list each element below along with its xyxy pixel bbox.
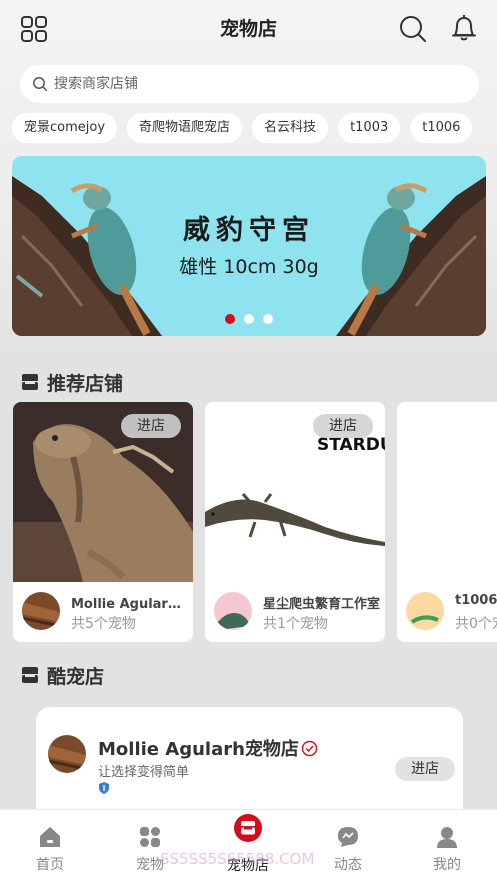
shop-avatar <box>406 592 444 630</box>
tab-shop[interactable]: 宠物店 <box>198 810 298 883</box>
tab-pets[interactable]: 宠物 <box>100 810 200 883</box>
tab-label: 我的 <box>433 857 461 873</box>
chip-shop[interactable]: 奇爬物语爬宠店 <box>127 113 243 143</box>
user-icon <box>437 827 457 848</box>
home-icon <box>40 827 60 847</box>
shield-badge-icon <box>99 782 109 794</box>
section-title-text: 酷宠店 <box>47 665 105 688</box>
shop-pet-count: 共1个宠物 <box>263 616 328 632</box>
shop-name: Mollie Agularh宠物店 <box>98 739 299 760</box>
recommended-shops-list: 进店 Mollie Agularh宠物店 共5个宠物 STARDU 进店 <box>13 402 497 642</box>
cool-section-title: 酷宠店 <box>20 662 104 688</box>
tab-label: 首页 <box>36 857 64 873</box>
tab-profile[interactable]: 我的 <box>397 810 497 883</box>
enter-shop-button[interactable]: 进店 <box>313 414 373 438</box>
verified-icon <box>301 740 318 756</box>
shop-card[interactable]: t1006 共0个宠物 <box>397 402 497 642</box>
bottom-tab-bar: 首页 宠物 宠物店 动态 我的 <box>0 809 497 883</box>
shop-avatar <box>214 592 252 630</box>
tab-label: 宠物 <box>136 857 164 873</box>
store-icon <box>22 374 38 390</box>
pets-grid-icon <box>140 827 160 847</box>
shop-avatar <box>22 592 60 630</box>
shop-icon <box>234 814 262 842</box>
shop-avatar <box>48 735 86 773</box>
tab-label: 宠物店 <box>227 858 269 874</box>
banner-title: 威豹守宫 <box>183 215 315 246</box>
image-logo-text: STARDU <box>317 435 385 455</box>
chip-shop[interactable]: t1006 <box>410 113 473 143</box>
shop-name: 星尘爬虫繁育工作室 <box>263 597 381 612</box>
enter-shop-button[interactable]: 进店 <box>121 414 181 438</box>
promo-banner[interactable]: 威豹守宫 雄性 10cm 30g <box>12 156 486 336</box>
chip-shop[interactable]: t1003 <box>338 113 401 143</box>
search-input[interactable] <box>54 76 434 92</box>
shop-name: Mollie Agularh宠物店 <box>71 597 189 612</box>
shop-chips: 宠景comejoy 奇爬物语爬宠店 名云科技 t1003 t1006 <box>12 113 497 143</box>
tab-label: 动态 <box>334 857 362 873</box>
shop-card[interactable]: STARDU 进店 星尘爬虫繁育工作室 共1个宠物 <box>205 402 385 642</box>
shop-card[interactable]: 进店 Mollie Agularh宠物店 共5个宠物 <box>13 402 193 642</box>
enter-shop-button[interactable]: 进店 <box>395 757 455 781</box>
shop-pet-count: 共0个宠物 <box>455 616 497 632</box>
shop-slogan: 让选择变得简单 <box>98 765 190 780</box>
banner-subtitle: 雄性 10cm 30g <box>179 256 319 278</box>
carousel-dot[interactable] <box>263 314 273 324</box>
carousel-dots <box>12 314 486 324</box>
carousel-dot[interactable] <box>244 314 254 324</box>
section-title-text: 推荐店铺 <box>47 372 124 395</box>
chip-shop[interactable]: 宠景comejoy <box>12 113 118 143</box>
search-small-icon <box>33 77 48 92</box>
carousel-dot[interactable] <box>225 314 235 324</box>
chat-bubble-icon <box>338 827 358 847</box>
shop-pet-count: 共5个宠物 <box>71 616 136 632</box>
chip-shop[interactable]: 名云科技 <box>252 113 329 143</box>
shop-image <box>397 402 497 582</box>
tab-home[interactable]: 首页 <box>0 810 100 883</box>
search-icon[interactable] <box>398 14 428 44</box>
cool-shop-name-row: Mollie Agularh宠物店 <box>98 735 318 761</box>
search-bar[interactable] <box>20 65 479 103</box>
recommended-section-title: 推荐店铺 <box>20 369 123 395</box>
header: 宠物店 <box>0 0 497 58</box>
shop-name: t1006 <box>455 593 497 608</box>
tab-feed[interactable]: 动态 <box>298 810 398 883</box>
bell-icon[interactable] <box>450 13 478 43</box>
store-icon <box>22 667 38 683</box>
